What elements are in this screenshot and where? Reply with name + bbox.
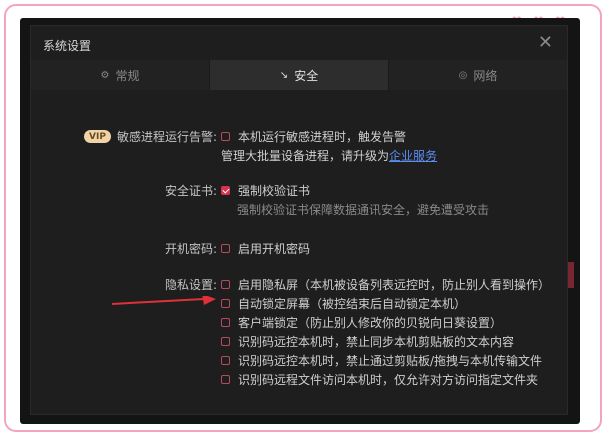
certificate-note: 强制校验证书保障数据通讯安全，避免遭受攻击 [237, 203, 490, 217]
note-text: 管理大批量设备进程，请升级为 [221, 149, 390, 163]
boot-password-option[interactable]: 启用开机密码 [221, 240, 310, 257]
settings-tabs: ⚙ 常规 ↘ 安全 ◎ 网络 [31, 60, 567, 90]
enterprise-service-link[interactable]: 企业服务 [389, 149, 437, 163]
sensitive-process-label: 敏感进程运行告警: [116, 130, 217, 144]
label-text: 隐私设置: [164, 278, 217, 292]
dialog-titlebar: 系统设置 ✕ [31, 26, 567, 62]
certificate-option[interactable]: 强制校验证书 [221, 182, 310, 199]
tab-network[interactable]: ◎ 网络 [389, 60, 567, 90]
option-label: 本机运行敏感进程时，触发告警 [238, 130, 407, 144]
network-icon: ◎ [458, 69, 468, 81]
privacy-checkbox[interactable] [221, 280, 230, 289]
sensitive-process-checkbox[interactable] [221, 132, 230, 141]
label-text: 安全证书: [164, 184, 217, 198]
option-label: 强制校验证书 [238, 184, 311, 198]
sensitive-process-label-row: VIP 敏感进程运行告警: [84, 128, 217, 145]
privacy-checkbox[interactable] [221, 356, 230, 365]
tab-label: 常规 [115, 68, 140, 83]
dialog-title: 系统设置 [43, 39, 92, 53]
security-panel: VIP 敏感进程运行告警: 本机运行敏感进程时，触发告警 管理大批量设备进程，请… [31, 90, 567, 414]
annotation-arrow-icon [112, 296, 216, 305]
option-label: 客户端锁定（防止别人修改你的贝锐向日葵设置） [238, 316, 503, 330]
file-access-option[interactable]: 识别码远程文件访问本机时，仅允许对方访问指定文件夹 [221, 371, 538, 388]
gear-icon: ⚙ [100, 69, 110, 81]
privacy-checkbox[interactable] [221, 375, 230, 384]
privacy-checkbox[interactable] [221, 299, 230, 308]
option-label: 识别码远控本机时，禁止同步本机剪贴板的文本内容 [238, 335, 515, 349]
close-icon[interactable]: ✕ [538, 32, 553, 53]
sensitive-process-option[interactable]: 本机运行敏感进程时，触发告警 [221, 128, 406, 145]
settings-dialog: 系统设置 ✕ ⚙ 常规 ↘ 安全 ◎ 网络 VIP 敏感进程运行告警: 本机运行… [31, 26, 567, 414]
certificate-checkbox[interactable] [221, 186, 230, 195]
boot-password-checkbox[interactable] [221, 244, 230, 253]
client-lock-option[interactable]: 客户端锁定（防止别人修改你的贝锐向日葵设置） [221, 314, 502, 331]
certificate-label: 安全证书: [165, 182, 217, 199]
privacy-label: 隐私设置: [165, 276, 217, 293]
option-label: 启用隐私屏（本机被设备列表远控时，防止别人看到操作） [238, 278, 551, 292]
clipboard-sync-option[interactable]: 识别码远控本机时，禁止同步本机剪贴板的文本内容 [221, 333, 514, 350]
boot-password-label: 开机密码: [165, 240, 217, 257]
background-window-accent [568, 262, 574, 288]
privacy-screen-option[interactable]: 启用隐私屏（本机被设备列表远控时，防止别人看到操作） [221, 276, 550, 293]
tab-security[interactable]: ↘ 安全 [210, 60, 388, 90]
option-label: 识别码远控本机时，禁止通过剪贴板/拖拽与本机传输文件 [238, 354, 543, 368]
privacy-checkbox[interactable] [221, 318, 230, 327]
option-label: 识别码远程文件访问本机时，仅允许对方访问指定文件夹 [238, 373, 539, 387]
file-transfer-option[interactable]: 识别码远控本机时，禁止通过剪贴板/拖拽与本机传输文件 [221, 352, 542, 369]
privacy-checkbox[interactable] [221, 337, 230, 346]
tab-label: 安全 [294, 68, 319, 83]
option-label: 自动锁定屏幕（被控结束后自动锁定本机） [238, 297, 467, 311]
option-label: 启用开机密码 [238, 242, 311, 256]
vip-badge: VIP [84, 130, 111, 143]
auto-lock-option[interactable]: 自动锁定屏幕（被控结束后自动锁定本机） [221, 295, 466, 312]
label-text: 开机密码: [164, 242, 217, 256]
sensitive-process-note: 管理大批量设备进程，请升级为企业服务 [221, 147, 437, 164]
security-icon: ↘ [279, 69, 289, 81]
tab-label: 网络 [473, 68, 498, 83]
tab-general[interactable]: ⚙ 常规 [31, 60, 209, 90]
